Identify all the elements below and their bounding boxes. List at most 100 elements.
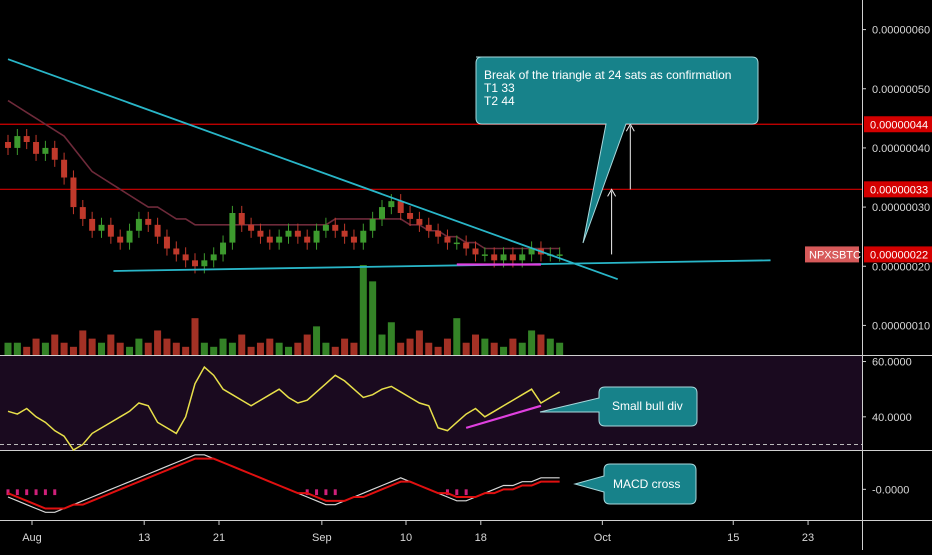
candle-body <box>14 136 21 148</box>
volume-bar <box>210 346 218 355</box>
volume-bar <box>172 342 180 355</box>
callout-text-line: T1 33 <box>484 81 515 95</box>
macd-histogram-bar <box>15 489 19 496</box>
chart-svg[interactable]: 0.00000060 0.00000050 0.00000040 0.00000030… <box>0 0 932 550</box>
volume-bar <box>41 342 49 355</box>
price-axis-label: 0.00000020 <box>872 261 930 273</box>
candle-body <box>117 236 124 243</box>
candle-body <box>369 218 376 231</box>
candle-body <box>248 224 255 231</box>
volume-bar <box>294 342 302 355</box>
macd-histogram-bar <box>333 489 337 496</box>
candle-body <box>294 230 301 237</box>
volume-bar <box>509 338 517 355</box>
volume-bar <box>406 338 414 355</box>
macd-histogram-bar <box>464 489 468 496</box>
callout-text-bull-div: Small bull div <box>612 399 683 413</box>
volume-bar <box>322 342 330 355</box>
candle-body <box>135 218 142 231</box>
macd-histogram-bar <box>455 489 459 496</box>
candle-body <box>238 213 245 225</box>
volume-bar <box>256 342 264 355</box>
time-axis-label: 15 <box>727 532 739 544</box>
candle-body <box>79 207 86 219</box>
volume-bar <box>116 342 124 355</box>
candle-body <box>285 230 292 237</box>
price-axis-label: 0.00000030 <box>872 202 930 214</box>
volume-bar <box>4 342 12 355</box>
macd-histogram-bar <box>315 489 319 496</box>
volume-bar <box>126 346 134 355</box>
candle-body <box>435 230 442 237</box>
volume-bar <box>135 338 143 355</box>
macd-histogram-bar <box>53 489 57 496</box>
volume-bar <box>107 334 115 355</box>
candle-body <box>500 254 507 261</box>
volume-bar <box>500 346 508 355</box>
candle-body <box>42 147 49 154</box>
macd-histogram-bar <box>324 489 328 496</box>
candle-body <box>509 254 516 261</box>
candle-body <box>257 230 264 237</box>
candle-body <box>304 236 311 243</box>
volume-bar <box>537 334 545 355</box>
volume-bar <box>51 334 59 355</box>
candle-body <box>472 248 479 255</box>
volume-bar <box>182 346 190 355</box>
time-axis-label: Sep <box>312 532 332 544</box>
candle-body <box>89 218 96 231</box>
volume-bar <box>23 346 31 355</box>
candle-body <box>407 213 414 219</box>
candle-body <box>556 254 563 256</box>
macd-axis-label: -0.0000 <box>872 484 909 496</box>
time-axis-label: Oct <box>594 532 611 544</box>
candle-body <box>388 201 395 208</box>
volume-bar <box>341 338 349 355</box>
candle-body <box>266 236 273 243</box>
candle-body <box>229 213 236 243</box>
candle-body <box>182 254 189 261</box>
trading-chart[interactable]: 0.00000060 0.00000050 0.00000040 0.00000030… <box>0 0 932 550</box>
volume-bar <box>144 342 152 355</box>
volume-bar <box>88 338 96 355</box>
volume-bar <box>518 342 526 355</box>
time-axis-label: 10 <box>400 532 412 544</box>
rsi-background <box>0 356 862 450</box>
candle-body <box>350 236 357 243</box>
candle-body <box>107 224 114 237</box>
volume-bar <box>154 330 162 355</box>
candle-body <box>322 224 329 231</box>
volume-bar <box>238 334 246 355</box>
volume-bar <box>462 342 470 355</box>
volume-bar <box>13 342 21 355</box>
candle-body <box>51 147 58 160</box>
macd-histogram-bar <box>43 489 47 496</box>
candle-body <box>192 260 198 267</box>
candle-body <box>519 254 526 261</box>
volume-bar <box>60 342 68 355</box>
time-axis-label: 23 <box>802 532 814 544</box>
price-axis-label: 0.00000010 <box>872 320 930 332</box>
macd-histogram-bar <box>34 489 38 496</box>
candle-body <box>276 236 283 243</box>
candle-body <box>173 248 180 255</box>
time-axis-label: 21 <box>213 532 225 544</box>
volume-bar <box>415 330 423 355</box>
price-axis-label: 0.00000060 <box>872 25 930 37</box>
rsi-axis-label: 60.0000 <box>872 357 912 369</box>
candle-body <box>61 159 68 178</box>
volume-bar <box>191 318 199 355</box>
candle-body <box>341 230 348 237</box>
candle-body <box>313 230 320 243</box>
volume-bar <box>350 342 358 355</box>
candle-body <box>210 254 217 261</box>
callout-text-line: Break of the triangle at 24 sats as conf… <box>484 68 731 82</box>
candle-body <box>33 142 40 154</box>
candle-body <box>453 242 460 245</box>
price-badge-label: 0.00000044 <box>870 119 928 131</box>
volume-bar <box>275 342 283 355</box>
candle-body <box>379 207 385 219</box>
candle-body <box>481 254 488 256</box>
price-badge-label: 0.00000022 <box>870 249 928 261</box>
volume-bar <box>79 330 87 355</box>
